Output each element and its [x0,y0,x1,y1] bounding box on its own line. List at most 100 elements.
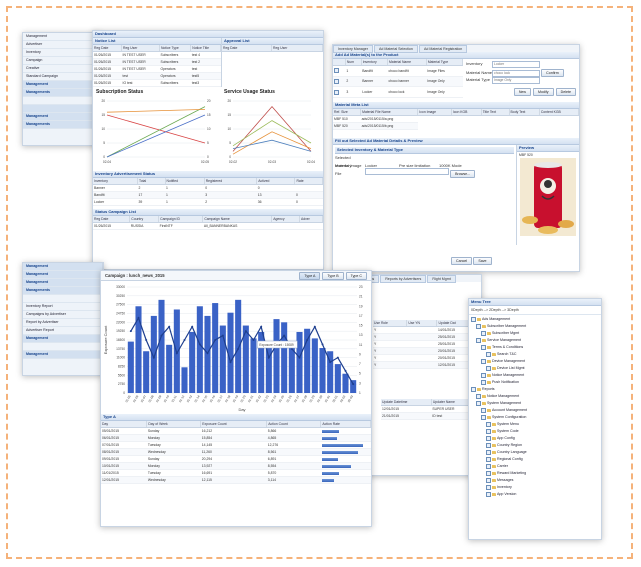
exposure-bar[interactable] [196,306,203,393]
exposure-bar[interactable] [342,373,349,393]
action-point[interactable] [321,343,324,346]
notice-row[interactable]: 01/26/2015 IN TEST USER Subscribers test 4 [93,51,221,59]
tree-node[interactable]: Ads Management [471,316,599,323]
tree-checkbox[interactable] [476,393,481,399]
exposure-bar[interactable] [319,348,326,393]
exposure-bar[interactable] [235,299,242,393]
tree-node[interactable]: Account Management [471,407,599,414]
exposure-bar[interactable] [265,344,272,393]
tree-checkbox[interactable] [471,386,476,392]
cancel-button[interactable]: Cancel [451,257,473,265]
tree-checkbox[interactable] [486,449,491,455]
ad-material-row[interactable]: 1 Bandfit choco bandfit Image Files [333,65,463,77]
inventory-row[interactable]: Bandfit 17 1 3 13 0 [93,191,323,199]
tree-checkbox[interactable] [481,372,486,378]
nav-item[interactable]: Campaigns by Advertiser [23,311,102,319]
action-point[interactable] [329,361,332,364]
tree-node[interactable]: System Management [471,400,599,407]
tree-node[interactable]: Inventory [471,484,599,491]
exposure-bar[interactable] [311,338,318,393]
action-point[interactable] [129,330,132,333]
tree-checkbox[interactable] [476,400,481,406]
update-row[interactable]: 12/01/2015 SUPER USER [381,405,477,413]
tree-checkbox[interactable] [486,470,491,476]
action-point[interactable] [160,334,163,337]
browse-button[interactable]: Browse... [450,170,476,178]
nav-item[interactable] [23,97,98,105]
action-point[interactable] [183,339,186,341]
tree-node[interactable]: System Menu [471,421,599,428]
tree-checkbox[interactable] [481,358,486,364]
nav-item[interactable]: Managements [23,89,98,97]
notice-row[interactable]: 01/26/2015 IO test Subscribers test3 [93,79,221,87]
exposure-bar[interactable] [158,299,165,393]
action-point[interactable] [283,334,286,337]
exposure-bar[interactable] [334,364,341,393]
confirm-button[interactable]: Confirm [541,69,564,77]
meta-row[interactable]: MBF 520 ads/2015/0115/b.png [333,122,579,130]
tree-checkbox[interactable] [481,379,486,385]
meta-column-header[interactable]: Body Text [509,109,540,116]
action-point[interactable] [175,352,178,355]
nav-item[interactable]: Creative [23,65,98,73]
action-point[interactable] [145,339,148,341]
nav-item[interactable]: Standard Campaign [23,73,98,81]
ad-material-row[interactable]: 2 Banner choco banner Image Only [333,76,463,88]
action-point[interactable] [298,356,301,359]
nav-item[interactable]: Management [23,263,102,271]
tree-node[interactable]: Reports [471,386,599,393]
nav-item[interactable]: Report by Advertiser [23,319,102,327]
tree-checkbox[interactable] [486,491,491,497]
meta-column-header[interactable]: Title Text [481,109,510,116]
action-point[interactable] [237,347,240,350]
nav-item[interactable]: Advertiser [23,41,98,49]
exposure-bar[interactable] [304,328,311,393]
role-row[interactable]: Y 14/01/2015 [373,326,479,334]
nav-item[interactable] [23,295,102,303]
nav-item[interactable]: Management [23,81,98,89]
row-checkbox[interactable] [334,89,339,95]
type-a-row[interactable]: 09/01/2015 Sunday 20,294 6,891 [101,455,371,463]
tab[interactable]: Reports by Advertisers [380,275,427,283]
tree-checkbox[interactable] [486,456,491,462]
type-a-row[interactable]: 05/01/2015 Sunday 16,212 5,866 [101,427,371,435]
exposure-bar[interactable] [204,315,211,393]
tree-node[interactable]: Terms & Conditions [471,344,599,351]
tree-node[interactable]: Search T&C [471,351,599,358]
tree-checkbox[interactable] [486,421,491,427]
action-point[interactable] [260,325,263,328]
inventory-select[interactable]: Locker [492,61,540,68]
meta-column-header[interactable]: Content KGB [539,109,579,116]
notice-row[interactable]: 01/26/2015 test Operators test5 [93,72,221,80]
tree-node[interactable]: Service Management [471,337,599,344]
tree-checkbox[interactable] [476,337,481,343]
type-button[interactable]: Type B [322,271,344,280]
action-point[interactable] [313,325,316,328]
tree-checkbox[interactable] [476,323,481,329]
exposure-bar[interactable] [273,319,280,393]
tree-node[interactable]: Carrier [471,463,599,470]
ad-material-row[interactable]: 3 Locker choco lock Image Only [333,86,463,98]
tree-node[interactable]: Regional Config [471,456,599,463]
nav-item[interactable]: Management [23,33,98,41]
status-campaign-row[interactable]: 01/26/2015 RUSSIA FirstNTF All_BANNERBANKAS [93,222,323,230]
tree-checkbox[interactable] [481,330,486,336]
action-point[interactable] [221,334,224,337]
tab[interactable]: Ad Material Registration [418,45,468,53]
nav-item[interactable]: Managements [23,121,98,129]
tree-node[interactable]: Device List Mgmt [471,365,599,372]
role-row[interactable]: Y 20/01/2015 [373,347,479,355]
material-type-select[interactable]: Image Only [492,77,540,84]
nav-item[interactable]: Management [23,335,102,343]
tree-node[interactable]: Notice Management [471,393,599,400]
exposure-bar[interactable] [166,344,173,393]
inventory-row[interactable]: Locker 39 1 2 36 0 [93,198,323,206]
tree-node[interactable]: Subscriber Management [471,323,599,330]
material-name-input[interactable]: choco lock [492,70,540,77]
tree-checkbox[interactable] [481,344,486,350]
tree-checkbox[interactable] [486,484,491,490]
meta-column-header[interactable]: Icon KGB [451,109,482,116]
exposure-bar[interactable] [281,322,288,393]
tree-node[interactable]: Device Management [471,358,599,365]
new-button[interactable]: New [513,88,532,96]
